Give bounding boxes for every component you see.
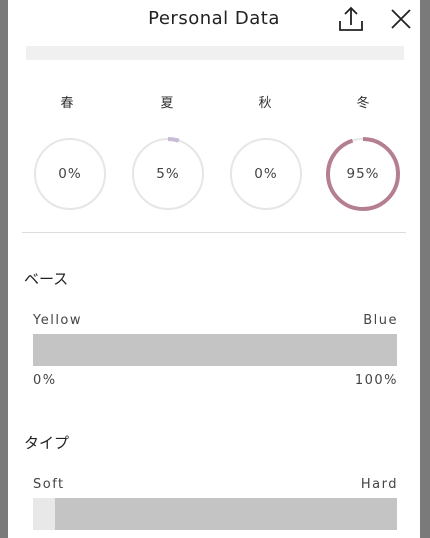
season-ring-spring: 0% <box>32 136 108 212</box>
base-right-label: Blue <box>363 313 398 328</box>
divider <box>22 232 406 233</box>
season-label-autumn: 秋 <box>258 96 272 111</box>
type-right-label: Hard <box>360 477 398 492</box>
base-min-label: 0% <box>33 373 57 388</box>
season-percent-winter: 95% <box>346 166 380 182</box>
type-scale-fill <box>54 498 397 530</box>
header: Personal Data <box>8 0 420 40</box>
season-percent-summer: 5% <box>156 166 180 182</box>
base-max-label: 100% <box>354 373 398 388</box>
season-label-spring: 春 <box>60 96 74 111</box>
base-scale-bar <box>33 334 397 366</box>
type-section-title: タイプ <box>24 434 70 452</box>
top-strip <box>26 46 404 60</box>
base-scale-fill <box>33 334 397 366</box>
share-button[interactable] <box>336 5 366 33</box>
type-scale-bar <box>33 498 397 530</box>
season-ring-autumn: 0% <box>228 136 304 212</box>
personal-data-sheet: Personal Data 春 夏 秋 冬 0% 5% 0% 95% ベース Y… <box>8 0 420 538</box>
season-percent-autumn: 0% <box>254 166 278 182</box>
type-left-label: Soft <box>33 477 65 492</box>
season-label-summer: 夏 <box>160 96 174 111</box>
close-button[interactable] <box>388 6 414 32</box>
share-icon <box>339 6 363 31</box>
season-ring-summer: 5% <box>130 136 206 212</box>
season-ring-winter: 95% <box>325 136 401 212</box>
close-icon <box>391 9 411 29</box>
season-percent-spring: 0% <box>58 166 82 182</box>
season-label-winter: 冬 <box>356 96 370 111</box>
base-left-label: Yellow <box>33 313 83 328</box>
base-section-title: ベース <box>24 270 69 288</box>
